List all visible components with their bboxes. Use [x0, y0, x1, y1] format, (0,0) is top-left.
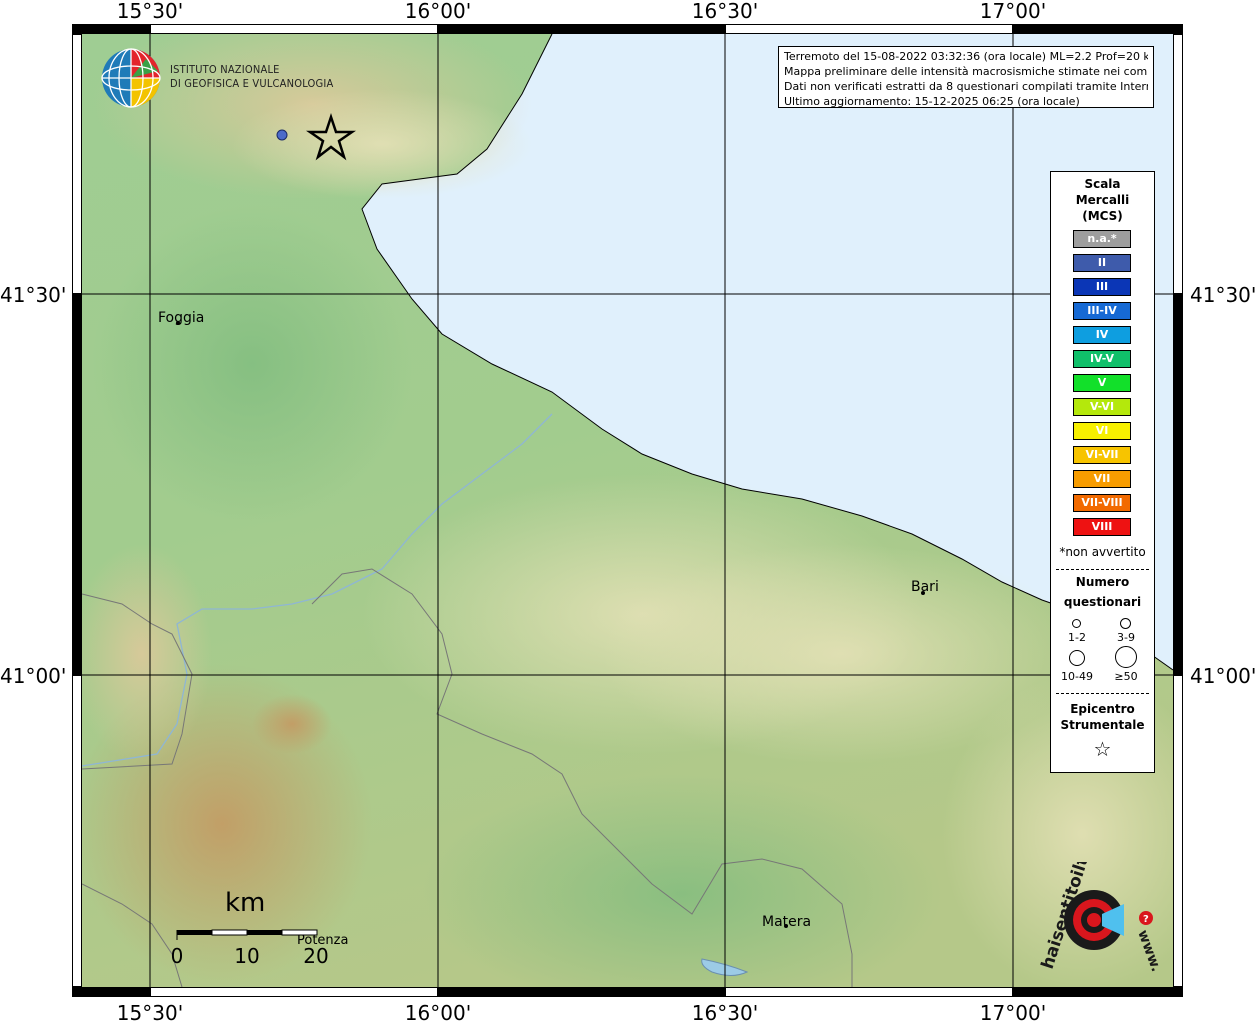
legend-title-1: Scala: [1084, 177, 1121, 191]
haisentito-logo-icon: ? haisentitoilterremoto.it www.: [1032, 750, 1164, 986]
place-matera: Matera: [762, 914, 812, 930]
tick-bottom-4: 17°00': [979, 1001, 1047, 1025]
tick-top-1: 15°30': [116, 0, 184, 23]
info-line-4: Ultimo aggiornamento: 15-12-2025 06:25 (…: [784, 95, 1080, 108]
legend-star-icon: ☆: [1093, 737, 1112, 761]
ingv-name-line1: ISTITUTO NAZIONALE: [170, 63, 280, 76]
scale-unit: km: [225, 888, 266, 918]
legend-title-3: (MCS): [1082, 209, 1123, 223]
ingv-name-line2: DI GEOFISICA E VULCANOLOGIA: [170, 77, 334, 90]
mountain-peak: [252, 694, 332, 754]
place-bari: Bari: [911, 579, 939, 595]
frame-band-bot-white-2: [725, 987, 1013, 997]
legend-title-2: Mercalli: [1075, 193, 1130, 207]
ingv-name: ISTITUTO NAZIONALE DI GEOFISICA E VULCAN…: [170, 63, 333, 91]
count-label-50: ≥50: [1114, 670, 1138, 683]
scale-label-10: 10: [234, 944, 260, 968]
legend-swatch-VIII: VIII: [1073, 518, 1131, 536]
tick-left-1: 41°30': [0, 283, 67, 307]
svg-text:?: ?: [1143, 914, 1149, 925]
tick-right-2: 41°00': [1190, 664, 1255, 688]
frame-band-right-white: [1173, 34, 1183, 294]
tick-bottom-3: 16°30': [691, 1001, 759, 1025]
legend-swatch-III: III: [1073, 278, 1131, 296]
hill-gargano-2: [232, 89, 532, 199]
legend-swatch-VI: VI: [1073, 422, 1131, 440]
tick-right-1: 41°30': [1190, 283, 1255, 307]
intensity-map[interactable]: [82, 34, 1173, 987]
legend-swatch-V-VI: V-VI: [1073, 398, 1131, 416]
legend-swatch-VI-VII: VI-VII: [1073, 446, 1131, 464]
scale-label-20: 20: [303, 944, 329, 968]
event-info-box: Terremoto del 15-08-2022 03:32:36 (ora l…: [778, 46, 1154, 108]
legend-separator-2: [1056, 693, 1149, 694]
tick-top-3: 16°30': [691, 0, 759, 23]
place-foggia: Foggia: [158, 310, 205, 326]
legend-separator-1: [1056, 569, 1149, 570]
count-label-3-9: 3-9: [1117, 631, 1135, 644]
legend-swatch-VII-VIII: VII-VIII: [1073, 494, 1131, 512]
legend-epi-title-2: Strumentale: [1060, 718, 1145, 732]
tick-bottom-1: 15°30': [116, 1001, 184, 1025]
count-circle-3-9: [1120, 618, 1131, 629]
frame-band-top-white-1: [150, 24, 438, 34]
intensity-point-icon[interactable]: [276, 129, 288, 141]
count-label-1-2: 1-2: [1068, 631, 1086, 644]
count-circle-1-2: [1072, 619, 1081, 628]
legend-count-title-2: questionari: [1063, 595, 1142, 609]
legend-swatch-na: n.a.*: [1073, 230, 1131, 248]
frame-band-left-white: [72, 34, 82, 294]
legend-swatch-IV-V: IV-V: [1073, 350, 1131, 368]
tick-top-4: 17°00': [979, 0, 1047, 23]
frame-band-left-white-2: [72, 675, 82, 987]
legend-swatch-II: II: [1073, 254, 1131, 272]
scale-label-0: 0: [170, 944, 184, 968]
legend-note: *non avvertito: [1059, 545, 1146, 559]
frame-band-top-white-2: [725, 24, 1013, 34]
count-circle-50: [1115, 646, 1137, 668]
count-circle-10-49: [1069, 650, 1085, 666]
legend-swatch-IV: IV: [1073, 326, 1131, 344]
map-svg: [82, 34, 1173, 987]
legend-swatch-III-IV: III-IV: [1073, 302, 1131, 320]
legend-epi-title-1: Epicentro: [1070, 702, 1135, 716]
frame-band-right-white-2: [1173, 675, 1183, 987]
legend-panel: Scala Mercalli (MCS) n.a.* II III III-IV IV I…: [1050, 171, 1155, 773]
tavoliere-plain: [92, 204, 412, 524]
scale-bar: [176, 929, 318, 940]
legend-swatch-V: V: [1073, 374, 1131, 392]
legend-swatch-VII: VII: [1073, 470, 1131, 488]
frame-band-bot-white-1: [150, 987, 438, 997]
tick-bottom-2: 16°00': [404, 1001, 472, 1025]
tick-top-2: 16°00': [404, 0, 472, 23]
info-line-3: Dati non verificati estratti da 8 questi…: [784, 80, 1148, 93]
watermark-www: www.: [1134, 928, 1162, 974]
legend-count-title-1: Numero: [1075, 575, 1130, 589]
count-label-10-49: 10-49: [1061, 670, 1093, 683]
ingv-globe-icon: [100, 47, 162, 113]
tick-left-2: 41°00': [0, 664, 67, 688]
info-line-1: Terremoto del 15-08-2022 03:32:36 (ora l…: [784, 50, 1148, 63]
info-line-2: Mappa preliminare delle intensità macros…: [784, 65, 1148, 78]
